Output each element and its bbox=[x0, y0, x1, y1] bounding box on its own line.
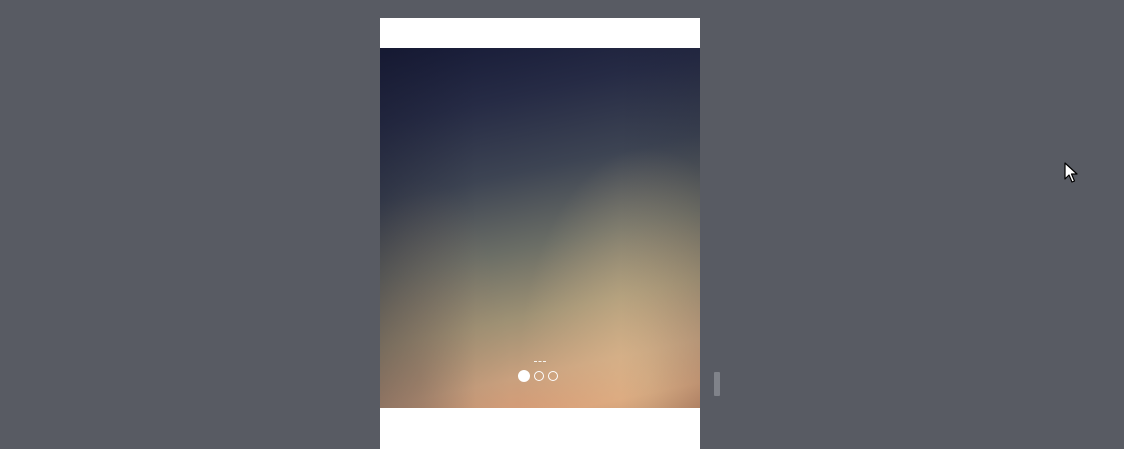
carousel-dot-2[interactable] bbox=[534, 371, 544, 381]
carousel-dot-1[interactable] bbox=[518, 370, 530, 382]
carousel-indicators bbox=[518, 370, 558, 382]
phone-preview bbox=[380, 18, 700, 449]
arrow-cursor-icon bbox=[1064, 162, 1078, 183]
scroll-handle[interactable] bbox=[714, 372, 720, 396]
carousel-slide[interactable] bbox=[380, 48, 700, 408]
carousel-dot-3[interactable] bbox=[548, 371, 558, 381]
top-bar bbox=[380, 18, 700, 48]
bottom-area bbox=[380, 408, 700, 449]
slide-caption-placeholder bbox=[534, 361, 546, 362]
